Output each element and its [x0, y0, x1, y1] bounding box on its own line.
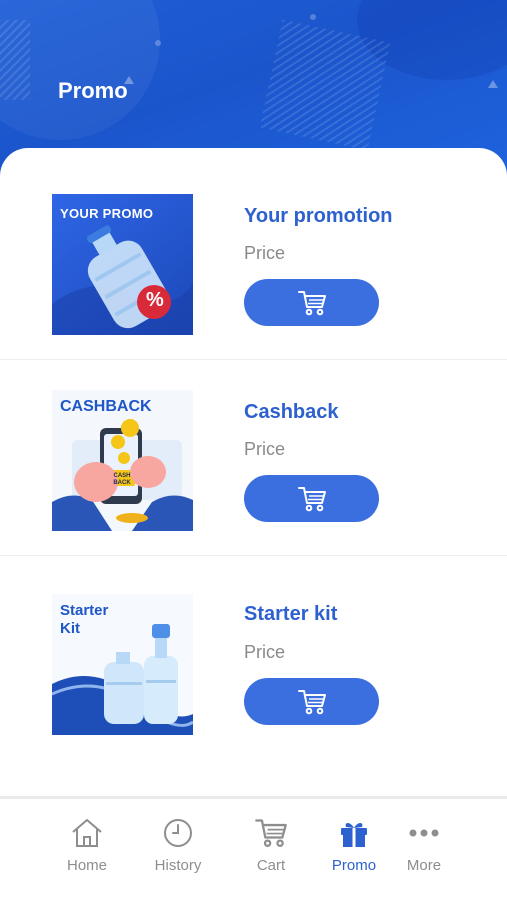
nav-label: Promo: [331, 857, 377, 874]
header-decoration: [155, 40, 161, 46]
promo-thumbnail: YOUR PROMO %: [52, 194, 193, 335]
nav-item-cart[interactable]: Cart: [231, 817, 311, 874]
promo-card-cashback[interactable]: CASHBACK CASH BACK Cashback Price: [0, 360, 507, 556]
promo-price: Price: [244, 439, 286, 459]
promo-price: Price: [244, 243, 286, 263]
nav-label: Home: [66, 857, 107, 874]
add-to-cart-button[interactable]: [244, 678, 379, 725]
nav-label: History: [154, 857, 202, 874]
add-to-cart-button[interactable]: [244, 279, 379, 326]
header-decoration: [259, 19, 391, 151]
promo-title: Cashback: [244, 401, 339, 423]
nav-label: Cart: [256, 857, 286, 874]
nav-item-history[interactable]: History: [138, 817, 218, 874]
cashback-phone-image: [52, 419, 193, 531]
home-icon: [72, 819, 102, 847]
add-to-cart-button[interactable]: [244, 475, 379, 522]
nav-item-promo[interactable]: Promo: [314, 817, 394, 874]
promo-title: Your promotion: [244, 205, 393, 227]
bottom-navigation: Home History Cart Promo More: [0, 796, 507, 900]
cart-icon: [255, 819, 287, 847]
more-dots-icon: [409, 829, 439, 837]
page-title: Promo: [58, 78, 128, 103]
nav-item-more[interactable]: More: [384, 817, 464, 874]
cart-icon: [297, 486, 326, 511]
promo-title: Starter kit: [244, 603, 338, 625]
nav-item-home[interactable]: Home: [47, 817, 127, 874]
header-decoration: [310, 14, 316, 20]
clock-icon: [164, 819, 192, 847]
cart-icon: [297, 290, 326, 315]
promo-thumbnail: Starter Kit: [52, 594, 193, 735]
promo-card-your-promotion[interactable]: YOUR PROMO % Your promotion Price: [0, 164, 507, 360]
promo-price: Price: [244, 642, 286, 662]
header-decoration: [488, 80, 498, 88]
discount-badge: %: [146, 289, 164, 311]
promo-card-starter-kit[interactable]: Starter Kit Starter kit Price: [0, 556, 507, 752]
promo-list: YOUR PROMO % Your promotion Price CASHBA…: [0, 148, 507, 794]
cashback-label: CASH BACK: [113, 473, 131, 486]
gift-icon: [341, 823, 367, 847]
promo-thumbnail: CASHBACK CASH BACK: [52, 390, 193, 531]
water-bottle-image: [52, 225, 193, 335]
water-bottles-image: [52, 624, 193, 735]
cart-icon: [297, 689, 326, 714]
header-decoration: [0, 20, 30, 100]
nav-label: More: [406, 857, 442, 874]
